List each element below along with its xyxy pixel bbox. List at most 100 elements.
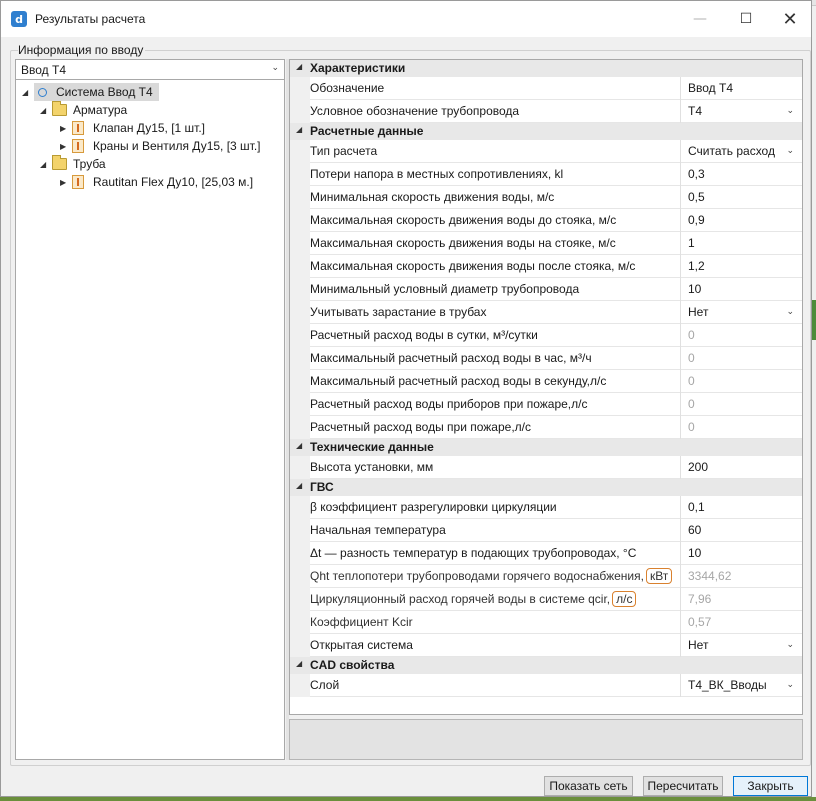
property-row-qcir[interactable]: Циркуляционный расход горячей воды в сис…: [290, 588, 802, 611]
property-value[interactable]: 1: [681, 232, 802, 255]
property-row-max-speed-after[interactable]: Максимальная скорость движения воды посл…: [290, 255, 802, 278]
close-button[interactable]: Закрыть: [733, 776, 808, 796]
expand-triangle-icon[interactable]: ▶: [60, 178, 72, 187]
title-bar: d Результаты расчета — ☐ ✕: [1, 1, 811, 37]
property-dropdown[interactable]: Т4_ВК_Вводы ⌄: [681, 674, 802, 697]
property-dropdown[interactable]: Нет ⌄: [681, 634, 802, 657]
category-characteristics[interactable]: ◢ Характеристики: [290, 60, 802, 77]
chevron-down-icon[interactable]: ⌄: [786, 140, 794, 162]
property-row-designation[interactable]: Обозначение Ввод Т4: [290, 77, 802, 100]
category-cad[interactable]: ◢ CAD свойства: [290, 657, 802, 674]
property-value: Т4: [688, 104, 703, 118]
collapse-triangle-icon[interactable]: ◢: [296, 659, 302, 668]
property-row-max-speed-before[interactable]: Максимальная скорость движения воды до с…: [290, 209, 802, 232]
property-row-kcir[interactable]: Коэффициент Kcir 0,57: [290, 611, 802, 634]
tree-node-system-selected[interactable]: Система Ввод Т4: [34, 83, 159, 101]
property-row-max-speed-on[interactable]: Максимальная скорость движения воды на с…: [290, 232, 802, 255]
input-selector[interactable]: Ввод Т4 ⌄: [15, 59, 285, 80]
row-gutter: [290, 77, 310, 100]
collapse-triangle-icon[interactable]: ◢: [40, 106, 52, 115]
property-row-fire-flow[interactable]: Расчетный расход воды при пожаре,л/с 0: [290, 416, 802, 439]
property-label: Максимальный расчетный расход воды в сек…: [310, 370, 680, 393]
collapse-triangle-icon[interactable]: ◢: [22, 88, 34, 97]
tree-node-item[interactable]: ▶ Краны и Вентиля Ду15, [3 шт.]: [60, 137, 261, 155]
property-row-qht[interactable]: Qht теплопотери трубопроводами горячего …: [290, 565, 802, 588]
property-value[interactable]: 0,9: [681, 209, 802, 232]
tree-node-folder-armature[interactable]: ◢ Арматура: [40, 101, 127, 119]
chevron-down-icon[interactable]: ⌄: [786, 301, 794, 323]
row-gutter: [290, 393, 310, 416]
property-value-readonly: 0: [681, 324, 802, 347]
category-label: ГВС: [310, 480, 334, 494]
property-row-calc-type[interactable]: Тип расчета Считать расход ⌄: [290, 140, 802, 163]
property-row-beta[interactable]: β коэффициент разрегулировки циркуляции …: [290, 496, 802, 519]
property-row-second-flow[interactable]: Максимальный расчетный расход воды в сек…: [290, 370, 802, 393]
chevron-down-icon[interactable]: ⌄: [786, 674, 794, 696]
expand-triangle-icon[interactable]: ▶: [60, 124, 72, 133]
property-row-delta-t[interactable]: Δt — разность температур в подающих труб…: [290, 542, 802, 565]
property-value[interactable]: 10: [681, 278, 802, 301]
chevron-down-icon[interactable]: ⌄: [786, 634, 794, 656]
category-tech-data[interactable]: ◢ Технические данные: [290, 439, 802, 456]
tree-node-system[interactable]: ◢ Система Ввод Т4: [22, 83, 159, 101]
category-calc-data[interactable]: ◢ Расчетные данные: [290, 123, 802, 140]
collapse-triangle-icon[interactable]: ◢: [40, 160, 52, 169]
collapse-triangle-icon[interactable]: ◢: [296, 481, 302, 490]
property-row-start-temp[interactable]: Начальная температура 60: [290, 519, 802, 542]
category-gvs[interactable]: ◢ ГВС: [290, 479, 802, 496]
property-dropdown[interactable]: Нет ⌄: [681, 301, 802, 324]
property-value: Т4_ВК_Вводы: [688, 678, 767, 692]
property-row-head-loss[interactable]: Потери напора в местных сопротивлениях, …: [290, 163, 802, 186]
background-desktop-edge: [812, 300, 816, 340]
property-row-install-height[interactable]: Высота установки, мм 200: [290, 456, 802, 479]
show-network-button[interactable]: Показать сеть: [544, 776, 633, 796]
property-description-panel: [289, 719, 803, 760]
category-label: Расчетные данные: [310, 124, 424, 138]
property-row-daily-flow[interactable]: Расчетный расход воды в сутки, м³/сутки …: [290, 324, 802, 347]
tree-node-folder-pipe[interactable]: ◢ Труба: [40, 155, 106, 173]
tree-node-item[interactable]: ▶ Rautitan Flex Ду10, [25,03 м.]: [60, 173, 253, 191]
chevron-down-icon[interactable]: ⌄: [786, 100, 794, 122]
property-value-readonly: 0,57: [681, 611, 802, 634]
property-row-overgrowth[interactable]: Учитывать зарастание в трубах Нет ⌄: [290, 301, 802, 324]
property-label: Условное обозначение трубопровода: [310, 100, 680, 123]
collapse-triangle-icon[interactable]: ◢: [296, 125, 302, 134]
property-row-min-diameter[interactable]: Минимальный условный диаметр трубопровод…: [290, 278, 802, 301]
row-gutter: [290, 278, 310, 301]
property-value[interactable]: 0,3: [681, 163, 802, 186]
property-row-pipe-symbol[interactable]: Условное обозначение трубопровода Т4 ⌄: [290, 100, 802, 123]
property-value[interactable]: 10: [681, 542, 802, 565]
property-row-open-system[interactable]: Открытая система Нет ⌄: [290, 634, 802, 657]
row-gutter: [290, 496, 310, 519]
expand-triangle-icon[interactable]: ▶: [60, 142, 72, 151]
property-row-min-speed[interactable]: Минимальная скорость движения воды, м/с …: [290, 186, 802, 209]
maximize-button[interactable]: ☐: [723, 1, 769, 37]
property-value[interactable]: Ввод Т4: [681, 77, 802, 100]
row-gutter: [290, 611, 310, 634]
property-value[interactable]: 0,1: [681, 496, 802, 519]
property-row-layer[interactable]: Слой Т4_ВК_Вводы ⌄: [290, 674, 802, 697]
category-label: CAD свойства: [310, 658, 395, 672]
property-value[interactable]: 200: [681, 456, 802, 479]
app-icon: d: [11, 11, 27, 27]
property-value[interactable]: 60: [681, 519, 802, 542]
row-gutter: [290, 588, 310, 611]
property-value[interactable]: 0,5: [681, 186, 802, 209]
row-gutter: [290, 209, 310, 232]
row-gutter: [290, 232, 310, 255]
property-row-hourly-flow[interactable]: Максимальный расчетный расход воды в час…: [290, 347, 802, 370]
property-dropdown[interactable]: Считать расход ⌄: [681, 140, 802, 163]
property-label: Потери напора в местных сопротивлениях, …: [310, 163, 680, 186]
recalculate-button[interactable]: Пересчитать: [643, 776, 723, 796]
collapse-triangle-icon[interactable]: ◢: [296, 62, 302, 71]
minimize-button[interactable]: —: [677, 1, 723, 37]
close-window-button[interactable]: ✕: [767, 1, 813, 37]
category-label: Характеристики: [310, 61, 406, 75]
collapse-triangle-icon[interactable]: ◢: [296, 441, 302, 450]
tree-node-item[interactable]: ▶ Клапан Ду15, [1 шт.]: [60, 119, 205, 137]
property-dropdown[interactable]: Т4 ⌄: [681, 100, 802, 123]
property-label: Максимальная скорость движения воды на с…: [310, 232, 680, 255]
property-label: Высота установки, мм: [310, 456, 680, 479]
property-row-fire-devices-flow[interactable]: Расчетный расход воды приборов при пожар…: [290, 393, 802, 416]
property-value[interactable]: 1,2: [681, 255, 802, 278]
